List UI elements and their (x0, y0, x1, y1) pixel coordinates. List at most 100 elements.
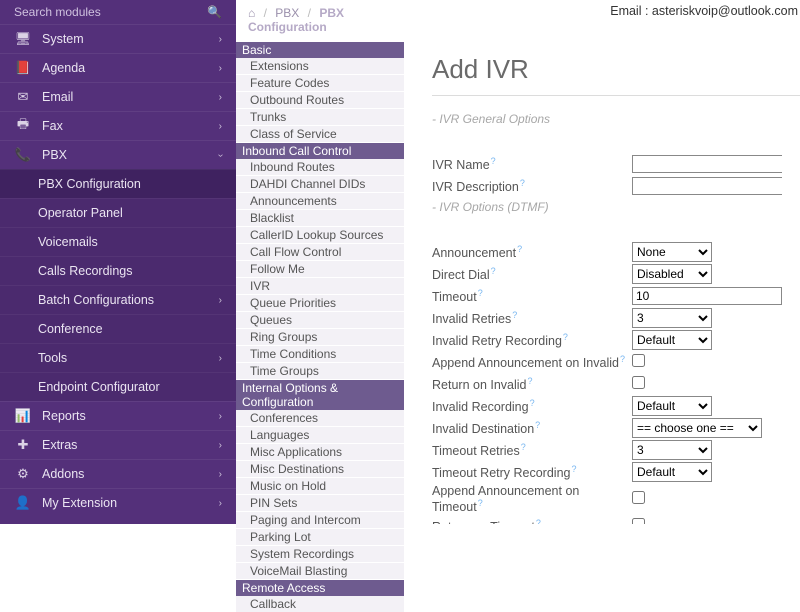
help-icon[interactable]: ? (571, 464, 576, 474)
field-row-ivr-description: IVR Description? (432, 176, 800, 196)
nav-label: My Extension (42, 496, 117, 510)
help-icon[interactable]: ? (478, 288, 483, 298)
nav-item-extras[interactable]: ✚Extras› (0, 430, 236, 459)
sub-item-pbx-configuration[interactable]: PBX Configuration (0, 169, 236, 198)
help-icon[interactable]: ? (491, 266, 496, 276)
module-link-queues[interactable]: Queues (236, 312, 404, 328)
sub-item-label: Batch Configurations (38, 293, 154, 307)
announcement-select[interactable]: None (632, 242, 712, 262)
module-link-ring-groups[interactable]: Ring Groups (236, 329, 404, 345)
nav-item-my-extension[interactable]: 👤My Extension› (0, 488, 236, 517)
label-append-announcement-timeout: Append Announcement on Timeout? (432, 484, 632, 514)
help-icon[interactable]: ? (620, 354, 625, 364)
search-modules[interactable]: Search modules 🔍 (0, 0, 236, 24)
chevron-right-icon: › (219, 34, 222, 45)
module-link-conferences[interactable]: Conferences (236, 410, 404, 426)
field-row-timeout-retries: Timeout Retries?3 (432, 440, 800, 460)
module-link-class-of-service[interactable]: Class of Service (236, 126, 404, 142)
direct-dial-select[interactable]: Disabled (632, 264, 712, 284)
help-icon[interactable]: ? (512, 310, 517, 320)
help-icon[interactable]: ? (536, 518, 541, 524)
nav-label: Email (42, 90, 73, 104)
search-icon: 🔍 (207, 5, 222, 19)
timeout-input[interactable] (632, 287, 782, 305)
module-link-call-flow-control[interactable]: Call Flow Control (236, 244, 404, 260)
timeout-retries-select[interactable]: 3 (632, 440, 712, 460)
append-announcement-timeout-checkbox[interactable] (632, 491, 645, 504)
module-link-parking-lot[interactable]: Parking Lot (236, 529, 404, 545)
nav-item-system[interactable]: 🖥System› (0, 24, 236, 53)
module-link-inbound-routes[interactable]: Inbound Routes (236, 159, 404, 175)
crumb-pbx[interactable]: PBX (275, 6, 299, 20)
module-link-voicemail-blasting[interactable]: VoiceMail Blasting (236, 563, 404, 579)
module-link-blacklist[interactable]: Blacklist (236, 210, 404, 226)
module-link-music-on-hold[interactable]: Music on Hold (236, 478, 404, 494)
label-return-on-invalid: Return on Invalid? (432, 376, 632, 392)
timeout-retry-recording-select[interactable]: Default (632, 462, 712, 482)
home-icon[interactable]: ⌂ (248, 6, 255, 20)
nav-item-pbx[interactable]: 📞PBX› (0, 140, 236, 169)
invalid-destination-select[interactable]: == choose one == (632, 418, 762, 438)
module-link-paging-and-intercom[interactable]: Paging and Intercom (236, 512, 404, 528)
help-icon[interactable]: ? (520, 178, 525, 188)
chevron-right-icon: › (219, 411, 222, 422)
help-icon[interactable]: ? (478, 498, 483, 508)
page-title: Add IVR (432, 54, 800, 85)
label-direct-dial: Direct Dial? (432, 266, 632, 282)
chevron-right-icon: › (219, 92, 222, 103)
sub-item-operator-panel[interactable]: Operator Panel (0, 198, 236, 227)
help-icon[interactable]: ? (521, 442, 526, 452)
invalid-recording-select[interactable]: Default (632, 396, 712, 416)
sub-item-conference[interactable]: Conference (0, 314, 236, 343)
module-link-extensions[interactable]: Extensions (236, 58, 404, 74)
help-icon[interactable]: ? (491, 156, 496, 166)
help-icon[interactable]: ? (530, 398, 535, 408)
invalid-retry-recording-select[interactable]: Default (632, 330, 712, 350)
module-link-system-recordings[interactable]: System Recordings (236, 546, 404, 562)
invalid-retries-select[interactable]: 3 (632, 308, 712, 328)
ivr-description-input[interactable] (632, 177, 782, 195)
module-link-outbound-routes[interactable]: Outbound Routes (236, 92, 404, 108)
module-link-callerid-lookup-sources[interactable]: CallerID Lookup Sources (236, 227, 404, 243)
section-general-options: - IVR General Options (432, 112, 800, 126)
module-link-languages[interactable]: Languages (236, 427, 404, 443)
module-link-misc-destinations[interactable]: Misc Destinations (236, 461, 404, 477)
sub-item-label: Voicemails (38, 235, 98, 249)
module-link-pin-sets[interactable]: PIN Sets (236, 495, 404, 511)
append-announcement-invalid-checkbox[interactable] (632, 354, 645, 367)
label-timeout-retry-recording: Timeout Retry Recording? (432, 464, 632, 480)
module-link-ivr[interactable]: IVR (236, 278, 404, 294)
sub-item-tools[interactable]: Tools› (0, 343, 236, 372)
field-row-invalid-destination: Invalid Destination?== choose one == (432, 418, 800, 438)
help-icon[interactable]: ? (535, 420, 540, 430)
module-link-feature-codes[interactable]: Feature Codes (236, 75, 404, 91)
help-icon[interactable]: ? (517, 244, 522, 254)
nav-item-addons[interactable]: ⚙Addons› (0, 459, 236, 488)
module-link-callback[interactable]: Callback (236, 596, 404, 612)
nav-item-email[interactable]: ✉Email› (0, 82, 236, 111)
module-link-time-conditions[interactable]: Time Conditions (236, 346, 404, 362)
module-link-dahdi-channel-dids[interactable]: DAHDI Channel DIDs (236, 176, 404, 192)
return-on-timeout-checkbox[interactable] (632, 518, 645, 524)
nav-item-agenda[interactable]: 📕Agenda› (0, 53, 236, 82)
field-row-return-on-timeout: Return on Timeout? (432, 516, 800, 524)
sub-item-voicemails[interactable]: Voicemails (0, 227, 236, 256)
nav-item-reports[interactable]: 📊Reports› (0, 401, 236, 430)
category-head-remote-access: Remote Access (236, 580, 404, 596)
help-icon[interactable]: ? (528, 376, 533, 386)
label-append-announcement-invalid: Append Announcement on Invalid? (432, 354, 632, 370)
module-link-announcements[interactable]: Announcements (236, 193, 404, 209)
sub-item-calls-recordings[interactable]: Calls Recordings (0, 256, 236, 285)
module-link-trunks[interactable]: Trunks (236, 109, 404, 125)
sub-item-endpoint-configurator[interactable]: Endpoint Configurator (0, 372, 236, 401)
ivr-name-input[interactable] (632, 155, 782, 173)
sub-item-batch-configurations[interactable]: Batch Configurations› (0, 285, 236, 314)
help-icon[interactable]: ? (563, 332, 568, 342)
return-on-invalid-checkbox[interactable] (632, 376, 645, 389)
system-icon: 🖥 (14, 31, 32, 47)
module-link-time-groups[interactable]: Time Groups (236, 363, 404, 379)
nav-item-fax[interactable]: 🖶Fax› (0, 111, 236, 140)
module-link-queue-priorities[interactable]: Queue Priorities (236, 295, 404, 311)
module-link-misc-applications[interactable]: Misc Applications (236, 444, 404, 460)
module-link-follow-me[interactable]: Follow Me (236, 261, 404, 277)
